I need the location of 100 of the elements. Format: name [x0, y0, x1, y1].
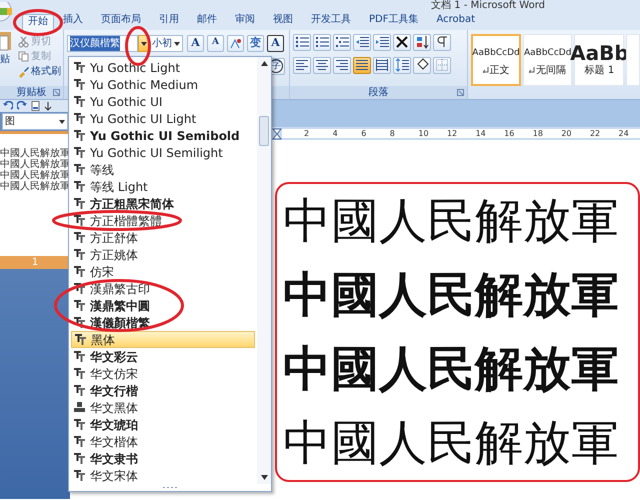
font-list-item[interactable]: 方正姚体 — [71, 246, 255, 263]
font-name: 华文仿宋 — [90, 366, 138, 382]
font-size-field[interactable]: 小初 — [148, 34, 183, 52]
font-name: 华文隶书 — [90, 450, 138, 468]
font-list-item[interactable]: 漢鼎繁古印 — [71, 280, 255, 297]
ruler-number: 12 — [446, 129, 458, 138]
font-list-item[interactable]: 仿宋 — [71, 263, 255, 280]
truetype-icon — [74, 317, 85, 328]
font-list-item[interactable]: 方正楷體繁體 — [71, 212, 255, 229]
page-number: 1 — [0, 256, 70, 269]
line-spacing-icon — [395, 58, 409, 72]
ribbon-tab[interactable]: 页面布局 — [92, 9, 150, 30]
bullets-button[interactable] — [293, 34, 311, 50]
font-list-item[interactable]: 方正粗黑宋简体 — [71, 195, 255, 212]
style-tile-background[interactable] — [626, 34, 640, 86]
font-name: Yu Gothic UI — [90, 94, 162, 110]
ruler-number: 24 — [618, 129, 630, 138]
font-list-item[interactable]: Yu Gothic UI — [71, 93, 255, 110]
ruler-number: 4 — [332, 129, 339, 138]
dialog-launcher-icon[interactable] — [53, 89, 60, 96]
align-right-button[interactable] — [333, 56, 351, 74]
ribbon-tab[interactable]: 邮件 — [188, 9, 226, 30]
font-list-item[interactable]: 方正舒体 — [71, 229, 255, 246]
multilevel-list-button[interactable] — [333, 34, 351, 50]
font-list-item[interactable]: 华文仿宋 — [71, 365, 255, 382]
scroll-up-icon[interactable] — [260, 61, 268, 66]
ribbon-tab[interactable]: 引用 — [150, 9, 188, 30]
undo-icon[interactable] — [3, 101, 13, 111]
view-dropdown[interactable]: 图 — [2, 113, 68, 130]
ribbon-tab[interactable]: PDF工具集 — [360, 9, 428, 30]
paragraph-mark-button[interactable] — [433, 34, 451, 50]
font-list-item[interactable]: 黑体 — [71, 331, 255, 348]
truetype-icon — [74, 385, 85, 396]
line-spacing-button[interactable] — [393, 56, 411, 74]
font-list-item[interactable]: 华文楷体 — [71, 433, 255, 450]
numbered-list-button[interactable] — [313, 34, 331, 50]
align-center-button[interactable] — [313, 56, 331, 74]
tab-selector-icon[interactable] — [272, 128, 282, 140]
truetype-icon — [74, 130, 85, 141]
truetype-icon — [74, 283, 85, 294]
ruler-number: 10 — [418, 129, 430, 138]
group-label: 剪贴板 — [16, 86, 46, 100]
font-name: Yu Gothic UI Semilight — [90, 144, 223, 162]
redo-icon[interactable] — [17, 101, 27, 111]
phonetic-guide-button[interactable] — [227, 34, 244, 52]
font-list-item[interactable]: Yu Gothic UI Light — [71, 110, 255, 127]
increase-indent-button[interactable] — [373, 34, 391, 50]
change-case-button[interactable]: 变 — [247, 34, 264, 52]
font-list-item[interactable]: 华文行楷 — [71, 382, 255, 399]
align-left-icon — [295, 58, 309, 72]
font-name: 等线 Light — [90, 178, 148, 196]
ribbon-tab[interactable]: Acrobat — [427, 9, 484, 30]
ruler-number: 22 — [590, 129, 602, 138]
ruler-number: 16 — [504, 129, 516, 138]
decrease-indent-button[interactable] — [353, 34, 371, 50]
font-list-item[interactable]: Yu Gothic Light — [71, 59, 255, 76]
truetype-icon — [74, 368, 85, 379]
truetype-icon — [74, 147, 85, 158]
ribbon-tab[interactable]: 插入 — [54, 9, 92, 30]
truetype-icon — [74, 300, 85, 311]
font-list-item[interactable]: Yu Gothic UI Semibold — [71, 127, 255, 144]
ribbon-tab[interactable]: 开始 — [22, 14, 54, 30]
font-list-item[interactable]: 等线 — [71, 161, 255, 178]
font-list-item[interactable]: Yu Gothic UI Semilight — [71, 144, 255, 161]
scrollbar-thumb[interactable] — [259, 116, 269, 146]
font-list-item[interactable]: 漢鼎繁中圓 — [71, 297, 255, 314]
font-list-item[interactable]: 华文隶书 — [71, 450, 255, 467]
scroll-down-icon[interactable] — [260, 475, 268, 480]
font-name: Yu Gothic UI Semibold — [90, 128, 240, 144]
align-left-button[interactable] — [293, 56, 311, 74]
truetype-icon — [74, 181, 85, 192]
font-list-item[interactable]: 等线 Light — [71, 178, 255, 195]
font-list-item[interactable]: 华文黑体 — [71, 399, 255, 416]
font-name: 等线 — [90, 162, 114, 178]
ribbon-tab[interactable]: 开发工具 — [302, 9, 360, 30]
customize-icon[interactable] — [44, 101, 52, 111]
resize-grip-icon[interactable] — [163, 486, 177, 489]
document-icon[interactable] — [31, 101, 40, 111]
font-name-field[interactable]: 汉仪颜楷繁 — [67, 34, 138, 52]
paragraph-mark-icon — [529, 67, 536, 73]
copy-icon — [18, 50, 29, 62]
clipboard-button[interactable]: 格式刷 — [16, 64, 63, 79]
font-name: 华文行楷 — [90, 382, 138, 400]
ruler-number: 8 — [390, 129, 396, 138]
distributed-button[interactable] — [373, 56, 391, 74]
phonetic-icon — [229, 36, 242, 50]
character-border-button[interactable]: A — [267, 34, 284, 52]
shrink-font-button[interactable]: A — [207, 34, 224, 52]
truetype-icon — [74, 419, 85, 430]
font-list-item[interactable]: 华文彩云 — [71, 348, 255, 365]
paste-button[interactable]: 贴 — [0, 30, 12, 86]
grow-font-button[interactable]: A — [187, 34, 204, 52]
justify-button[interactable] — [353, 56, 371, 74]
dialog-launcher-icon[interactable] — [457, 89, 464, 96]
font-list-item[interactable]: 华文琥珀 — [71, 416, 255, 433]
font-list-item[interactable]: Yu Gothic Medium — [71, 76, 255, 93]
font-list-item[interactable]: 华文宋体 — [71, 467, 255, 484]
sort-button[interactable] — [413, 34, 431, 50]
ribbon-tab[interactable]: 视图 — [264, 9, 302, 30]
ribbon-tab[interactable]: 审阅 — [226, 9, 264, 30]
